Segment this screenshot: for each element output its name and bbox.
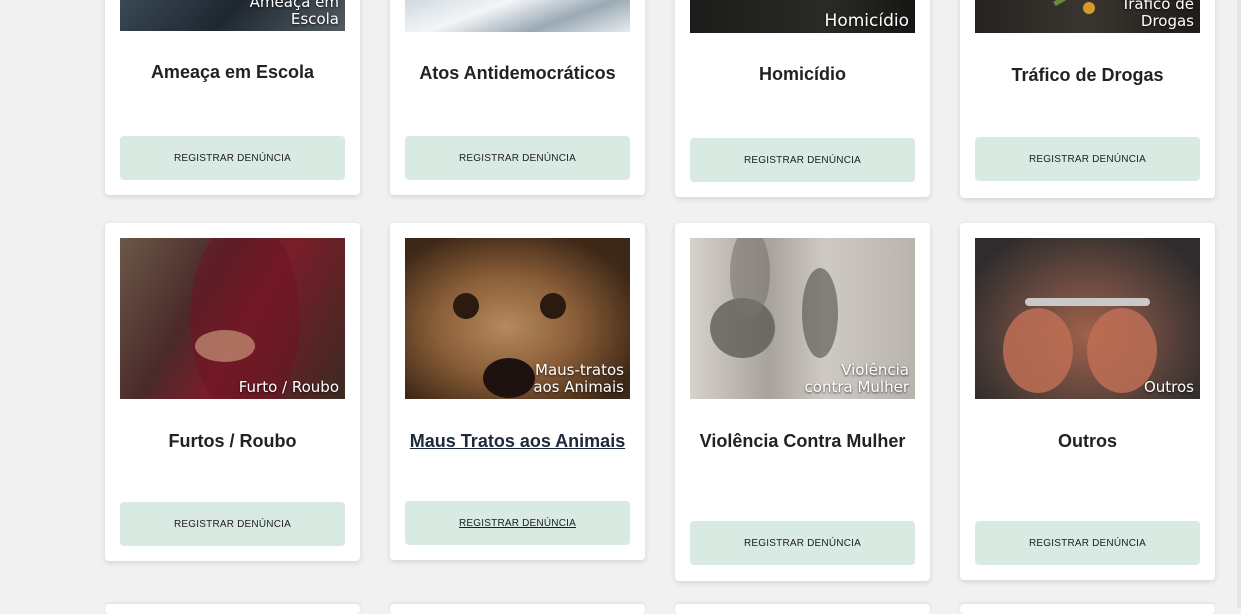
image-caption: Maus-tratos aos Animais xyxy=(533,361,624,396)
register-report-button[interactable]: REGISTRAR DENÚNCIA xyxy=(690,521,915,565)
category-card-furtos-roubo: Furto / Roubo Furtos / Roubo REGISTRAR D… xyxy=(105,223,360,561)
button-label: REGISTRAR DENÚNCIA xyxy=(459,517,576,529)
leaf-decoration xyxy=(1053,0,1075,7)
register-report-button[interactable]: REGISTRAR DENÚNCIA xyxy=(120,136,345,180)
button-label: REGISTRAR DENÚNCIA xyxy=(1029,537,1146,549)
category-image-atos-antidemocraticos[interactable] xyxy=(405,0,630,32)
image-caption: Outros xyxy=(1143,378,1194,396)
card-title[interactable]: Outros xyxy=(960,431,1215,452)
dog-eye-right xyxy=(540,293,566,319)
image-caption: Tráfico de Drogas xyxy=(1121,0,1194,30)
next-row-card xyxy=(960,604,1215,614)
category-card-outros: Outros Outros REGISTRAR DENÚNCIA xyxy=(960,223,1215,580)
category-image-trafico-drogas[interactable]: Tráfico de Drogas xyxy=(975,0,1200,33)
image-caption: Violência contra Mulher xyxy=(804,361,909,396)
category-card-atos-antidemocraticos: Atos Antidemocráticos REGISTRAR DENÚNCIA xyxy=(390,0,645,195)
seed-decoration xyxy=(1083,2,1095,14)
card-title[interactable]: Furtos / Roubo xyxy=(105,431,360,452)
button-label: REGISTRAR DENÚNCIA xyxy=(1029,153,1146,165)
card-title[interactable]: Ameaça em Escola xyxy=(105,62,360,83)
scrollbar-edge xyxy=(1237,0,1241,608)
card-title[interactable]: Maus Tratos aos Animais xyxy=(390,431,645,452)
category-image-outros[interactable]: Outros xyxy=(975,238,1200,399)
next-row-card xyxy=(675,604,930,614)
card-title[interactable]: Violência Contra Mulher xyxy=(675,431,930,452)
category-image-homicidio[interactable]: Homicídio xyxy=(690,0,915,33)
category-card-homicidio: Homicídio Homicídio REGISTRAR DENÚNCIA xyxy=(675,0,930,197)
image-caption: Homicídio xyxy=(824,11,909,31)
image-caption: Furto / Roubo xyxy=(238,378,339,396)
button-label: REGISTRAR DENÚNCIA xyxy=(744,154,861,166)
register-report-button[interactable]: REGISTRAR DENÚNCIA xyxy=(690,138,915,182)
register-report-button[interactable]: REGISTRAR DENÚNCIA xyxy=(975,137,1200,181)
category-card-violencia-mulher: Violência contra Mulher Violência Contra… xyxy=(675,223,930,581)
category-image-maus-tratos[interactable]: Maus-tratos aos Animais xyxy=(405,238,630,399)
category-image-ameaca-escola[interactable]: Ameaça em Escola xyxy=(120,0,345,31)
dog-eye-left xyxy=(453,293,479,319)
hand-shape xyxy=(195,330,255,362)
category-card-trafico-drogas: Tráfico de Drogas Tráfico de Drogas REGI… xyxy=(960,0,1215,198)
woman-figure xyxy=(802,268,838,358)
card-title[interactable]: Tráfico de Drogas xyxy=(960,65,1215,86)
card-title[interactable]: Atos Antidemocráticos xyxy=(390,63,645,84)
register-report-button[interactable]: REGISTRAR DENÚNCIA xyxy=(405,501,630,545)
figure-shape xyxy=(190,238,300,399)
category-card-maus-tratos: Maus-tratos aos Animais Maus Tratos aos … xyxy=(390,223,645,560)
category-card-ameaca-escola: Ameaça em Escola Ameaça em Escola REGIST… xyxy=(105,0,360,195)
button-label: REGISTRAR DENÚNCIA xyxy=(744,537,861,549)
image-caption: Ameaça em Escola xyxy=(249,0,339,28)
register-report-button[interactable]: REGISTRAR DENÚNCIA xyxy=(120,502,345,546)
register-report-button[interactable]: REGISTRAR DENÚNCIA xyxy=(975,521,1200,565)
button-label: REGISTRAR DENÚNCIA xyxy=(174,152,291,164)
hand-left xyxy=(1003,308,1073,393)
handcuffs-chain xyxy=(1025,298,1150,306)
next-row-card xyxy=(105,604,360,614)
category-image-furtos-roubo[interactable]: Furto / Roubo xyxy=(120,238,345,399)
button-label: REGISTRAR DENÚNCIA xyxy=(174,518,291,530)
button-label: REGISTRAR DENÚNCIA xyxy=(459,152,576,164)
next-row-card xyxy=(390,604,645,614)
dog-nose xyxy=(483,358,535,398)
card-title[interactable]: Homicídio xyxy=(675,64,930,85)
register-report-button[interactable]: REGISTRAR DENÚNCIA xyxy=(405,136,630,180)
category-image-violencia-mulher[interactable]: Violência contra Mulher xyxy=(690,238,915,399)
